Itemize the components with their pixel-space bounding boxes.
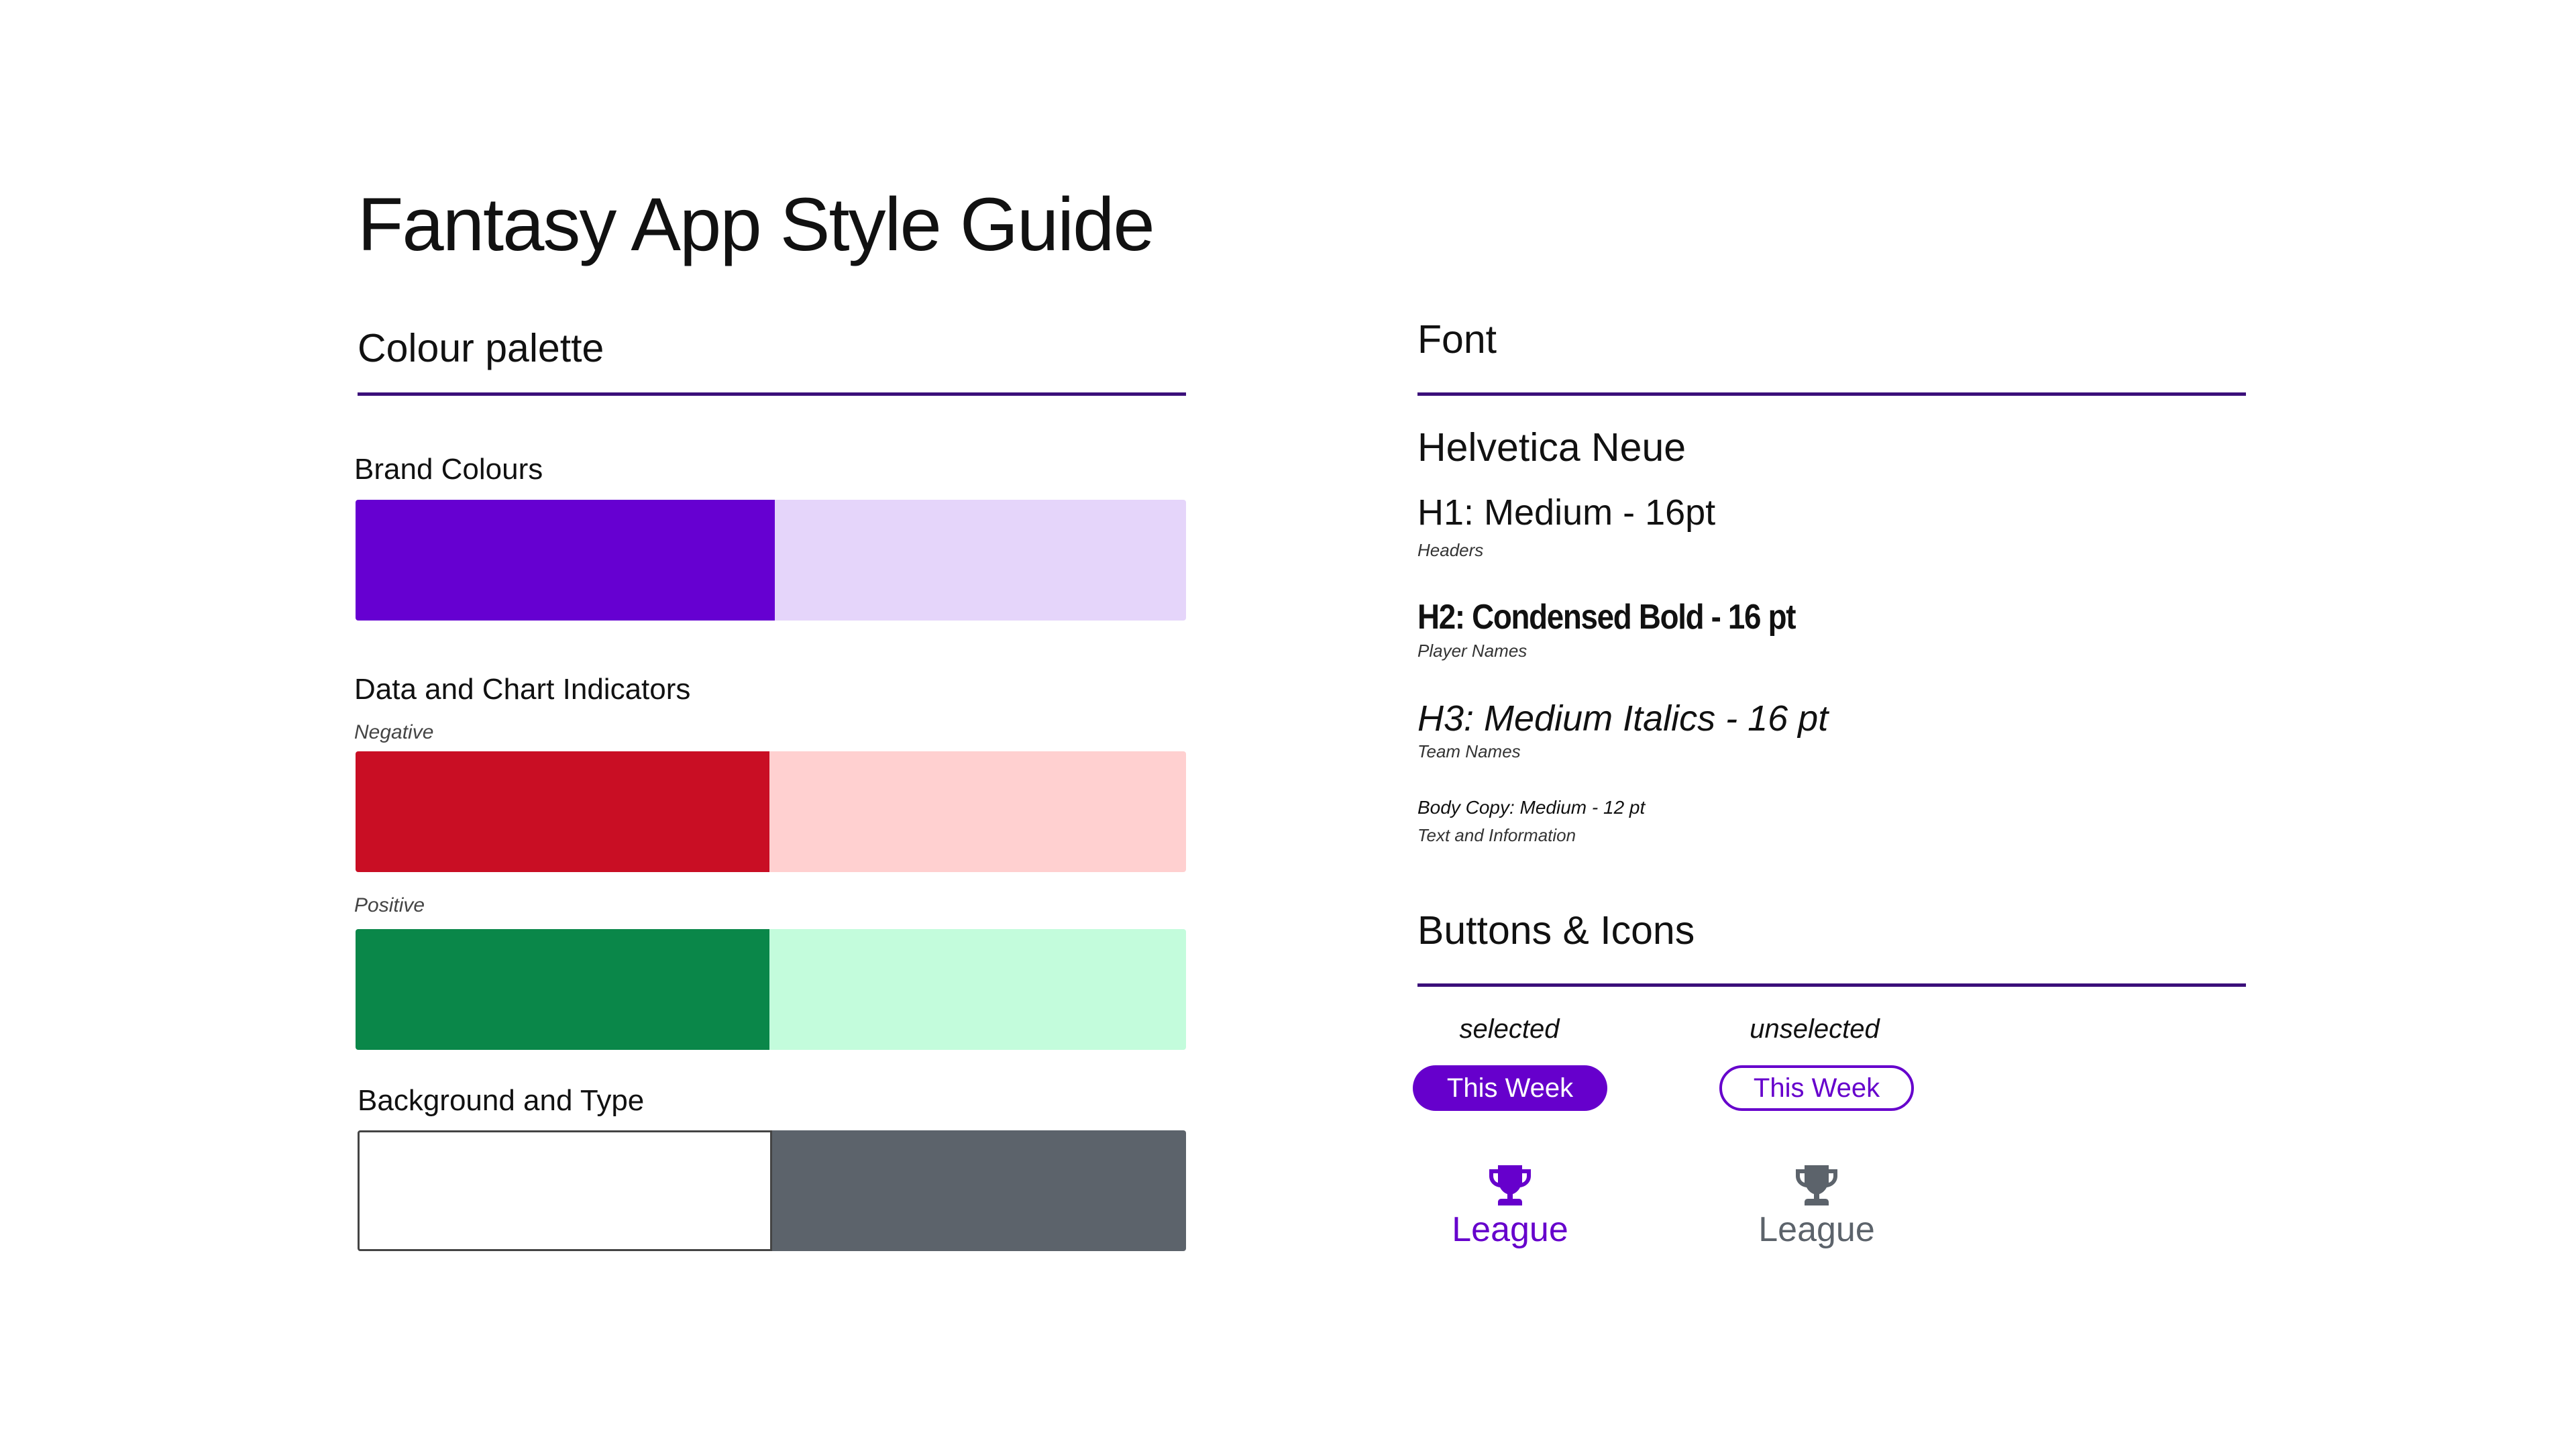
positive-label: Positive	[354, 894, 425, 916]
negative-strong-swatch	[356, 751, 769, 872]
league-nav-selected[interactable]: League	[1423, 1163, 1597, 1250]
unselected-state-label: unselected	[1750, 1014, 1880, 1044]
league-label-selected: League	[1452, 1210, 1568, 1249]
body-copy-usage: Text and Information	[1417, 825, 1576, 845]
negative-label: Negative	[354, 721, 434, 743]
font-heading: Font	[1417, 317, 1497, 362]
page-title: Fantasy App Style Guide	[358, 182, 1155, 266]
brand-primary-swatch	[356, 500, 775, 621]
league-label-unselected: League	[1758, 1210, 1875, 1249]
positive-light-swatch	[769, 929, 1186, 1050]
trophy-icon	[1489, 1165, 1531, 1205]
h1-sample: H1: Medium - 16pt	[1417, 492, 1716, 533]
font-divider	[1417, 392, 2246, 396]
buttons-icons-divider	[1417, 983, 2246, 987]
negative-light-swatch	[769, 751, 1186, 872]
h3-usage: Team Names	[1417, 741, 1521, 761]
h3-sample: H3: Medium Italics - 16 pt	[1417, 698, 1829, 739]
this-week-button-selected[interactable]: This Week	[1413, 1065, 1607, 1111]
colour-palette-heading: Colour palette	[358, 326, 604, 370]
league-nav-unselected[interactable]: League	[1729, 1163, 1904, 1250]
background-swatch	[358, 1130, 772, 1251]
body-copy-sample: Body Copy: Medium - 12 pt	[1417, 797, 1646, 818]
selected-state-label: selected	[1459, 1014, 1560, 1044]
h2-usage: Player Names	[1417, 641, 1527, 661]
type-swatch	[772, 1130, 1186, 1251]
font-family-name: Helvetica Neue	[1417, 425, 1686, 470]
trophy-icon-shape	[1796, 1165, 1837, 1205]
background-type-label: Background and Type	[358, 1084, 645, 1117]
trophy-icon-shape	[1489, 1165, 1531, 1205]
brand-colours-label: Brand Colours	[354, 453, 543, 486]
brand-secondary-swatch	[775, 500, 1186, 621]
this-week-button-unselected[interactable]: This Week	[1719, 1065, 1914, 1111]
h1-usage: Headers	[1417, 540, 1484, 560]
positive-strong-swatch	[356, 929, 769, 1050]
buttons-icons-heading: Buttons & Icons	[1417, 908, 1695, 953]
trophy-icon	[1796, 1165, 1837, 1205]
h2-sample: H2: Condensed Bold - 16 pt	[1417, 598, 1796, 637]
colour-palette-divider	[358, 392, 1186, 396]
indicators-label: Data and Chart Indicators	[354, 673, 691, 706]
